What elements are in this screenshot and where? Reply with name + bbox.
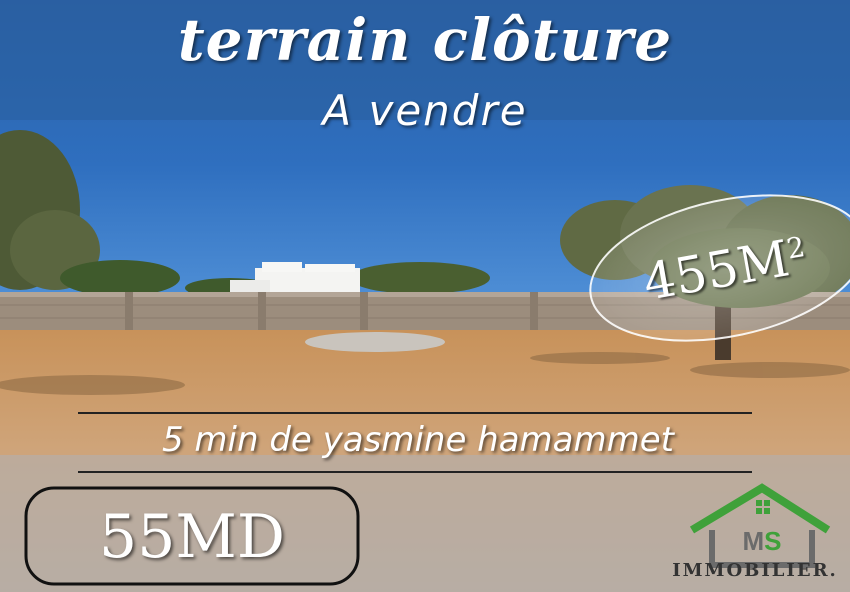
logo-letters: MS (742, 526, 781, 556)
area-exponent: 2 (784, 230, 808, 266)
gravel-pile (305, 332, 445, 352)
logo-wordmark: IMMOBILIER. (672, 560, 838, 581)
title-line2: A vendre (322, 86, 528, 135)
title-line1: terrain clôture (177, 6, 673, 74)
distance-text: 5 min de yasmine hamammet (161, 420, 674, 460)
price-text: 55MD (99, 502, 285, 572)
